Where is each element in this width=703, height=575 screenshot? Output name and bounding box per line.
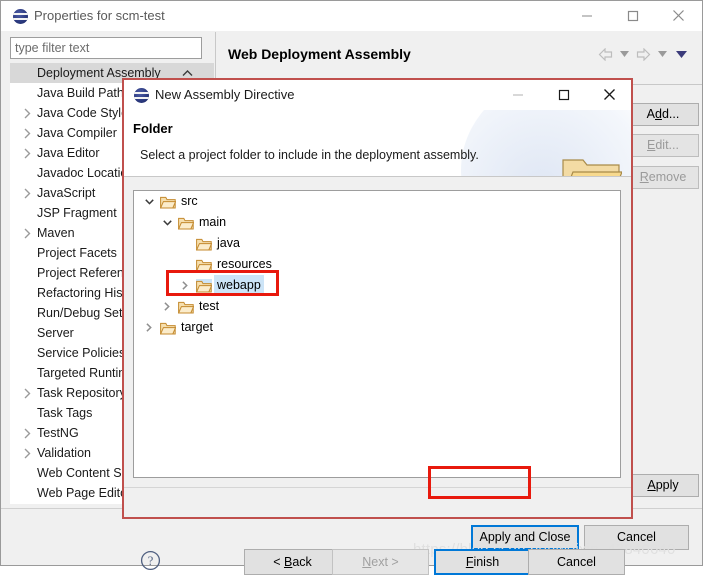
tree-row[interactable]: src (134, 191, 620, 212)
remove-button[interactable]: Remove (627, 166, 699, 189)
window-title: Properties for scm-test (34, 8, 165, 23)
sidebar-item-label: Javadoc Location (37, 166, 135, 180)
dialog-titlebar: New Assembly Directive (124, 80, 631, 110)
properties-titlebar: Properties for scm-test (1, 1, 702, 31)
eclipse-icon (13, 9, 28, 24)
tree-row[interactable]: java (134, 233, 620, 254)
back-arrow-icon[interactable] (596, 44, 614, 64)
tree-item-label: main (199, 215, 227, 229)
add-button[interactable]: Add... (627, 103, 699, 126)
dialog-title: New Assembly Directive (155, 87, 295, 102)
chevron-down-icon[interactable] (142, 191, 156, 212)
sidebar-item-label: JSP Fragment (37, 206, 117, 220)
dialog-subheading: Select a project folder to include in th… (140, 148, 479, 162)
folder-icon (177, 216, 195, 230)
tree-item-label: test (199, 299, 220, 313)
chevron-down-icon[interactable] (160, 212, 174, 233)
page-title: Web Deployment Assembly (228, 46, 411, 62)
cancel-button[interactable]: Cancel (528, 549, 625, 575)
sidebar-item-label: Java Code Style (37, 106, 129, 120)
tree-row[interactable]: target (134, 317, 620, 338)
edit-button[interactable]: Edit... (627, 134, 699, 157)
back-button[interactable]: < Back (244, 549, 341, 575)
dialog-divider (124, 487, 631, 488)
sidebar-item-label: JavaScript (37, 186, 96, 200)
sidebar-item-label: Web Page Editor (37, 486, 132, 500)
maximize-icon[interactable] (541, 80, 586, 109)
sidebar-item-label: Validation (37, 446, 91, 460)
tree-item-label: src (181, 194, 198, 208)
tree-item-label: target (181, 320, 213, 334)
chevron-right-icon[interactable] (160, 296, 174, 317)
forward-arrow-icon[interactable] (634, 44, 652, 64)
chevron-right-icon[interactable] (142, 317, 156, 338)
filter-input[interactable] (10, 37, 202, 59)
dialog-banner-divider (124, 176, 631, 177)
folder-icon (195, 237, 213, 251)
minimize-icon[interactable] (564, 1, 609, 30)
chevron-down-icon[interactable] (674, 44, 688, 64)
sidebar-item-label: Project Facets (37, 246, 117, 260)
back-dropdown-caret-icon[interactable] (618, 44, 630, 64)
folder-icon (159, 321, 177, 335)
forward-dropdown-caret-icon[interactable] (656, 44, 668, 64)
sidebar-item-label: TestNG (37, 426, 79, 440)
sidebar-item-label: Service Policies (37, 346, 126, 360)
folder-icon (560, 156, 623, 176)
close-icon[interactable] (656, 1, 701, 30)
sidebar-item-label: Maven (37, 226, 75, 240)
chevron-right-icon[interactable] (21, 423, 33, 443)
next-button[interactable]: Next > (332, 549, 429, 575)
sidebar-item-label: Java Build Path (37, 86, 124, 100)
minimize-icon[interactable] (495, 80, 540, 109)
finish-button[interactable]: Finish (434, 549, 531, 575)
chevron-right-icon[interactable] (21, 223, 33, 243)
tree-row[interactable]: test (134, 296, 620, 317)
project-folder-tree[interactable]: src main java resources webapp test targ… (133, 190, 621, 478)
chevron-right-icon[interactable] (21, 383, 33, 403)
tree-item-label: java (217, 236, 240, 250)
dialog-heading: Folder (133, 121, 173, 136)
sidebar-item-label: Server (37, 326, 74, 340)
annotation-highlight-webapp (166, 270, 279, 296)
close-icon[interactable] (587, 80, 632, 109)
chevron-right-icon[interactable] (21, 143, 33, 163)
sidebar-item-label: Task Tags (37, 406, 93, 420)
tree-row[interactable]: main (134, 212, 620, 233)
folder-icon (177, 300, 195, 314)
maximize-icon[interactable] (610, 1, 655, 30)
chevron-right-icon[interactable] (21, 443, 33, 463)
apply-button[interactable]: Apply (627, 474, 699, 497)
chevron-right-icon[interactable] (21, 183, 33, 203)
chevron-right-icon[interactable] (21, 123, 33, 143)
chevron-right-icon[interactable] (21, 103, 33, 123)
annotation-highlight-finish (428, 466, 531, 499)
eclipse-icon (134, 88, 149, 103)
help-icon[interactable]: ? (140, 550, 161, 571)
sidebar-item-label: Task Repository (37, 386, 126, 400)
new-assembly-directive-dialog: New Assembly Directive Folder Select a p… (122, 78, 633, 575)
dialog-banner: Folder Select a project folder to includ… (124, 110, 631, 176)
sidebar-item-label: Java Compiler (37, 126, 117, 140)
sidebar-item-label: Java Editor (37, 146, 100, 160)
folder-icon (159, 195, 177, 209)
